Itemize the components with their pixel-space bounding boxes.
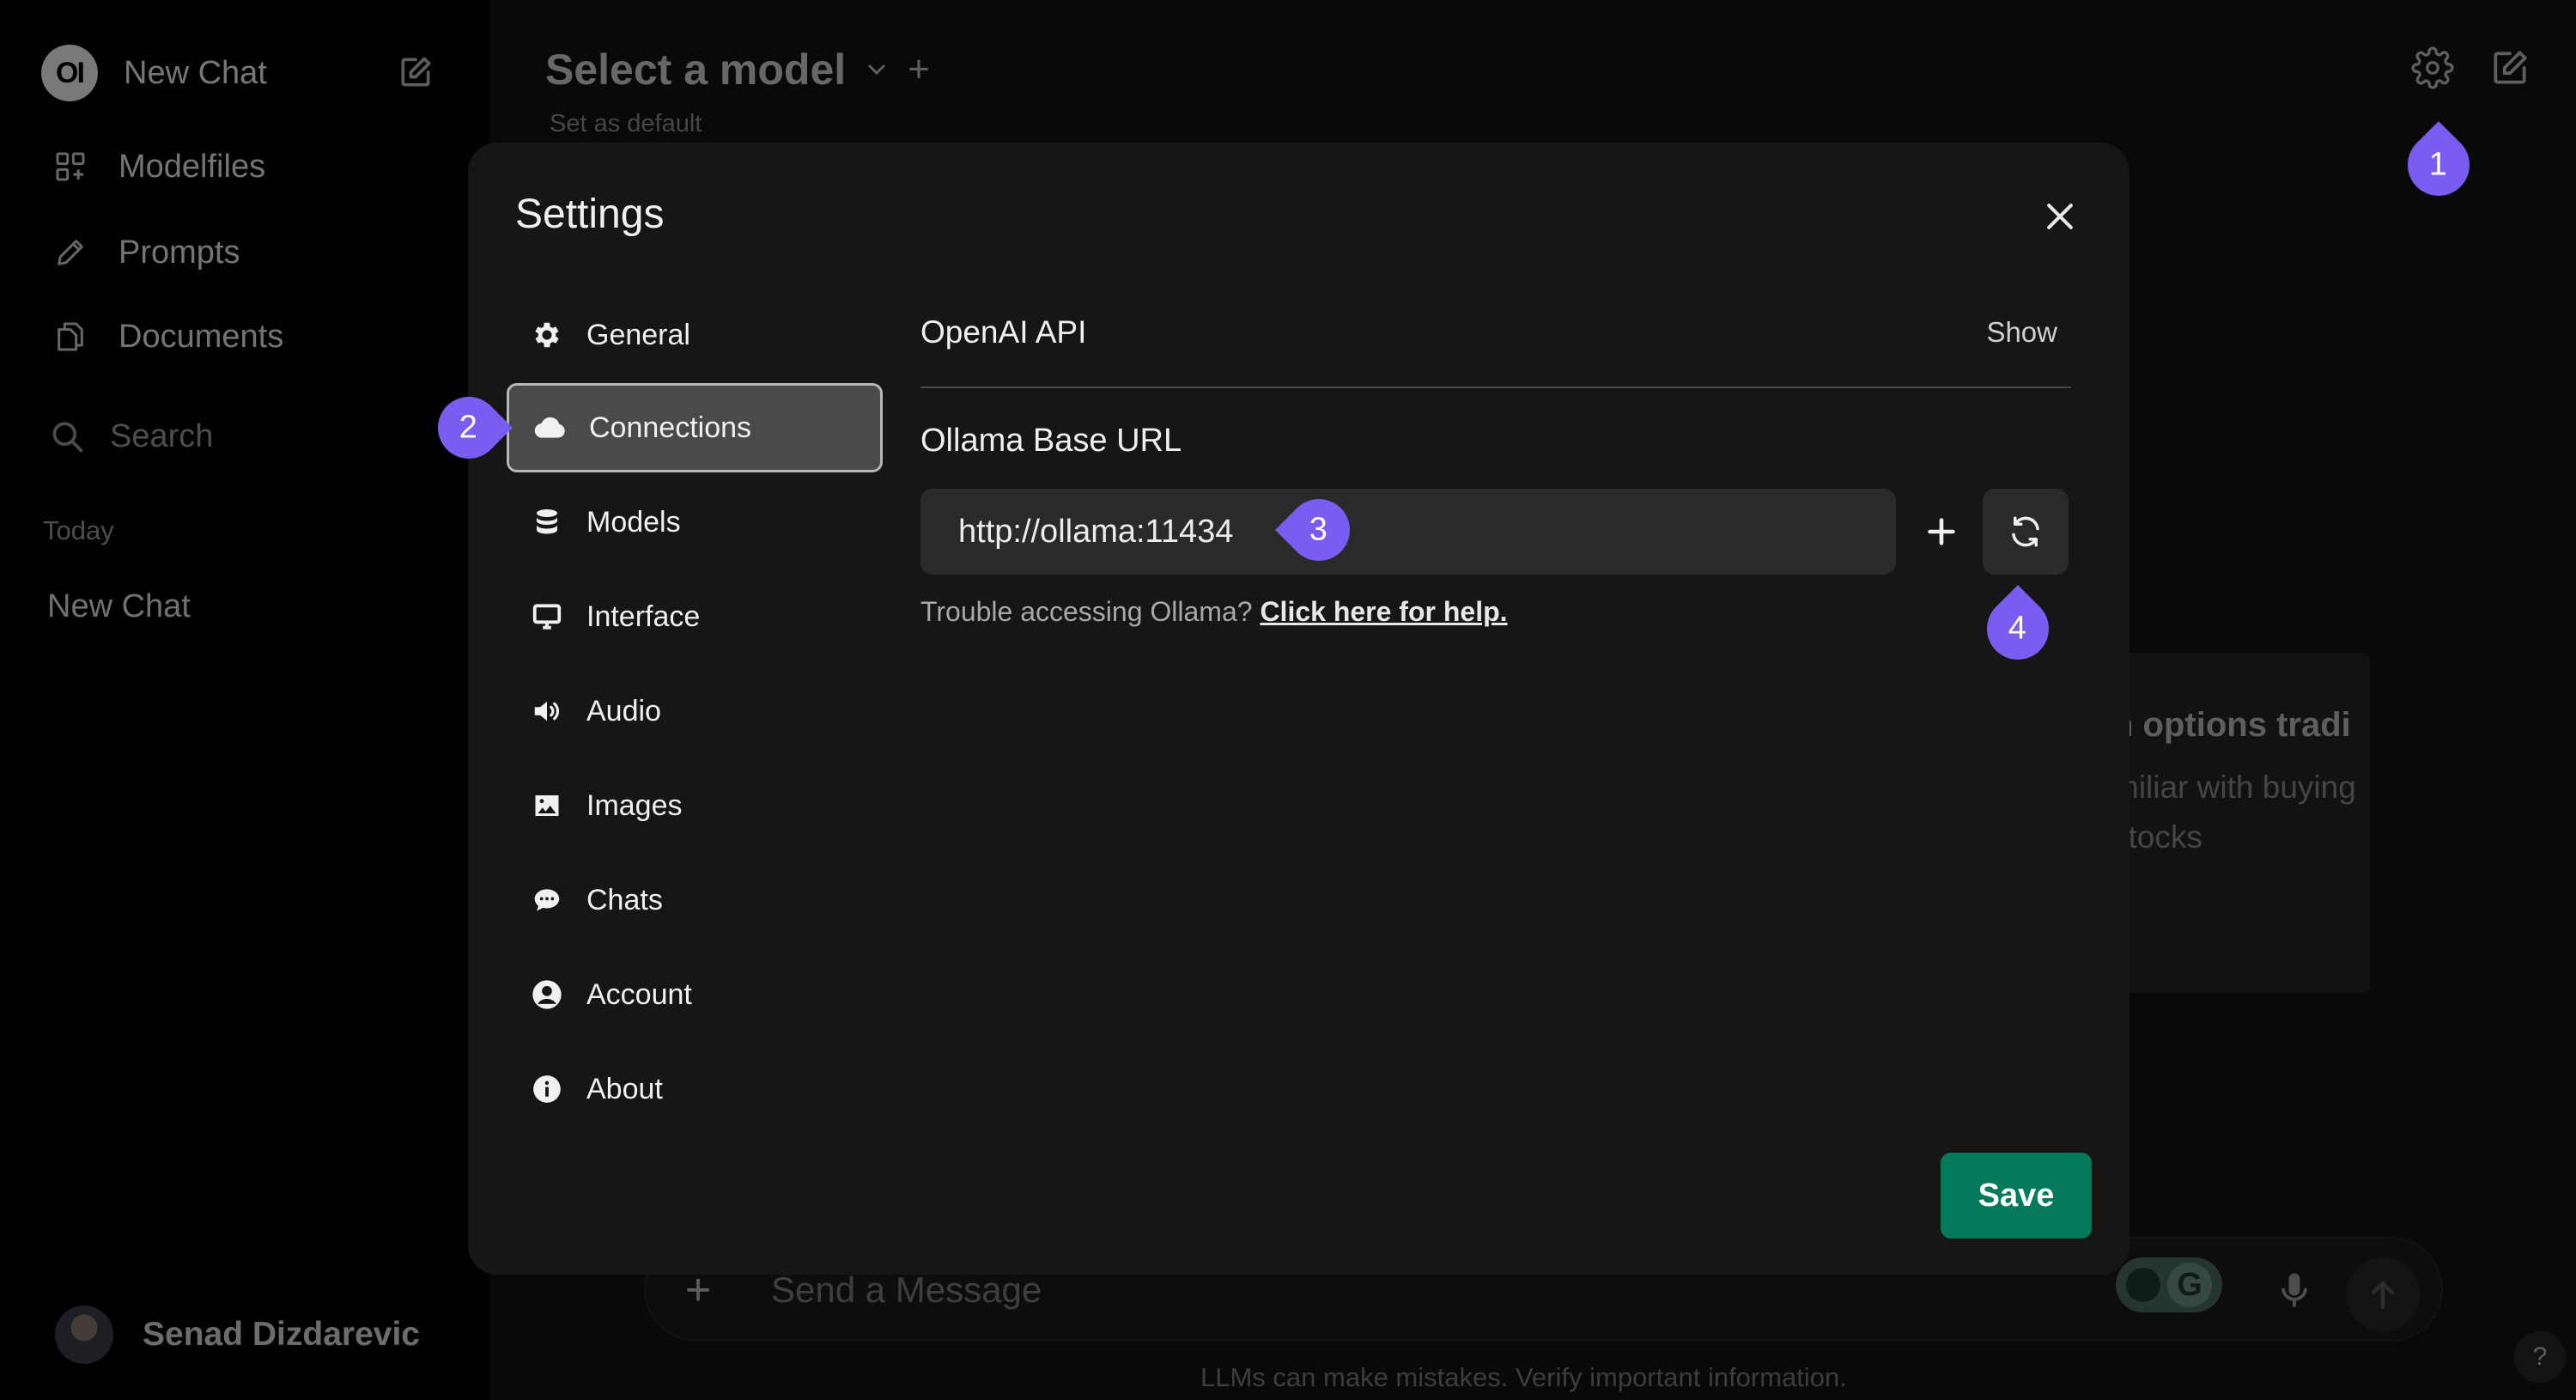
cloud-icon [532, 411, 567, 445]
tab-label: General [586, 318, 690, 351]
tab-images[interactable]: Images [507, 761, 883, 850]
save-button[interactable]: Save [1941, 1153, 2092, 1239]
gear-icon [530, 318, 564, 352]
help-text: Trouble accessing Ollama? [920, 596, 1253, 627]
tab-label: Connections [589, 411, 752, 444]
modal-title: Settings [515, 192, 665, 237]
connections-panel: OpenAI API Show Ollama Base URL Trouble … [920, 143, 2071, 1259]
tab-label: Interface [586, 600, 701, 633]
tab-about[interactable]: About [507, 1044, 883, 1134]
tab-connections[interactable]: Connections [507, 383, 883, 472]
step-number: 3 [1309, 511, 1328, 548]
step-number: 4 [2008, 610, 2027, 647]
tab-label: Account [586, 977, 692, 1011]
settings-modal: Settings General Connections Models Inte… [468, 143, 2129, 1275]
step-number: 2 [459, 409, 478, 446]
openai-api-section: OpenAI API Show [920, 314, 2071, 388]
tab-label: Chats [586, 883, 663, 916]
help-link[interactable]: Click here for help. [1260, 596, 1507, 627]
tab-label: Audio [586, 694, 661, 727]
chat-bubble-icon [530, 883, 564, 917]
user-circle-icon [530, 977, 564, 1012]
tab-models[interactable]: Models [507, 478, 883, 567]
ollama-url-input[interactable] [920, 489, 1896, 575]
tab-chats[interactable]: Chats [507, 855, 883, 945]
tab-interface[interactable]: Interface [507, 572, 883, 661]
verify-connection-button[interactable] [1983, 489, 2069, 575]
add-url-plus-icon[interactable] [1922, 512, 1961, 551]
refresh-icon [2012, 516, 2039, 547]
tab-account[interactable]: Account [507, 950, 883, 1039]
tab-general[interactable]: General [507, 290, 883, 380]
tab-label: About [586, 1072, 663, 1105]
help-line: Trouble accessing Ollama? Click here for… [920, 596, 1508, 628]
tab-label: Images [586, 788, 683, 822]
tab-audio[interactable]: Audio [507, 667, 883, 756]
speaker-icon [530, 694, 564, 728]
ollama-base-url-label: Ollama Base URL [920, 423, 1182, 459]
database-icon [530, 505, 564, 539]
show-button[interactable]: Show [1986, 316, 2057, 349]
info-icon [530, 1072, 564, 1106]
tab-label: Models [586, 505, 681, 539]
openai-api-label: OpenAI API [920, 314, 1087, 350]
step-number: 1 [2429, 146, 2448, 183]
monitor-icon [530, 600, 564, 634]
image-icon [530, 788, 564, 823]
